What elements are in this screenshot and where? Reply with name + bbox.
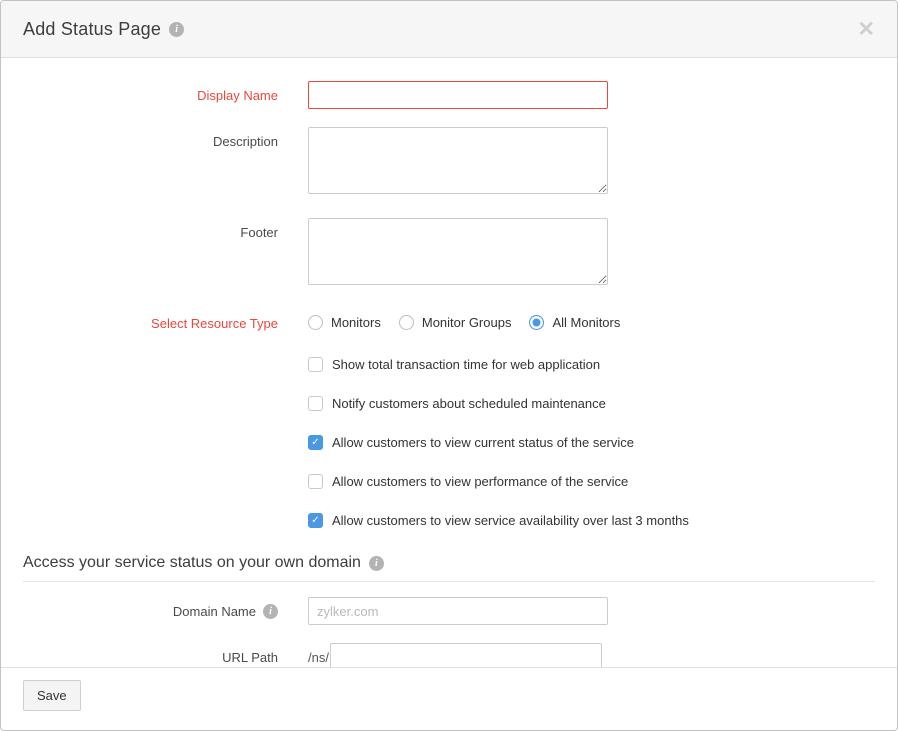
display-name-row: Display Name bbox=[1, 81, 897, 109]
checkbox-icon-view-performance[interactable]: ✓ bbox=[308, 474, 323, 489]
radio-icon-monitors[interactable] bbox=[308, 315, 323, 330]
domain-section-rows: Domain Name i URL Path /ns/ bbox=[1, 597, 897, 667]
checkbox-row-view-availability[interactable]: ✓ Allow customers to view service availa… bbox=[308, 513, 897, 528]
display-name-label: Display Name bbox=[1, 81, 278, 103]
url-path-label: URL Path bbox=[1, 643, 278, 665]
radio-label-monitor-groups: Monitor Groups bbox=[422, 315, 512, 330]
description-label: Description bbox=[1, 127, 278, 149]
description-row: Description bbox=[1, 127, 897, 199]
footer-field-row: Footer bbox=[1, 218, 897, 290]
checkbox-row-transaction-time[interactable]: ✓ Show total transaction time for web ap… bbox=[308, 357, 897, 372]
save-button[interactable]: Save bbox=[23, 680, 81, 711]
radio-label-monitors: Monitors bbox=[331, 315, 381, 330]
domain-section-info-icon[interactable]: i bbox=[369, 556, 384, 571]
description-textarea[interactable] bbox=[308, 127, 608, 194]
checkbox-label-view-availability: Allow customers to view service availabi… bbox=[332, 513, 689, 528]
url-path-row: URL Path /ns/ bbox=[1, 643, 897, 667]
options-checkbox-block: ✓ Show total transaction time for web ap… bbox=[308, 357, 897, 528]
checkbox-row-view-current-status[interactable]: ✓ Allow customers to view current status… bbox=[308, 435, 897, 450]
resource-type-row: Select Resource Type Monitors Monitor Gr… bbox=[1, 309, 897, 331]
checkbox-label-view-current-status: Allow customers to view current status o… bbox=[332, 435, 634, 450]
dialog-header: Add Status Page i ✕ bbox=[1, 1, 897, 58]
checkbox-icon-notify-maintenance[interactable]: ✓ bbox=[308, 396, 323, 411]
radio-option-all-monitors[interactable]: All Monitors bbox=[529, 315, 620, 330]
checkbox-label-notify-maintenance: Notify customers about scheduled mainten… bbox=[332, 396, 606, 411]
resource-type-label: Select Resource Type bbox=[1, 314, 278, 331]
domain-name-row: Domain Name i bbox=[1, 597, 897, 625]
add-status-page-dialog: Add Status Page i ✕ Display Name Descrip… bbox=[0, 0, 898, 731]
radio-label-all-monitors: All Monitors bbox=[552, 315, 620, 330]
domain-section-title: Access your service status on your own d… bbox=[23, 554, 361, 572]
checkbox-row-notify-maintenance[interactable]: ✓ Notify customers about scheduled maint… bbox=[308, 396, 897, 411]
checkbox-label-view-performance: Allow customers to view performance of t… bbox=[332, 474, 628, 489]
footer-textarea[interactable] bbox=[308, 218, 608, 285]
domain-name-info-icon[interactable]: i bbox=[263, 604, 278, 619]
checkbox-icon-view-current-status[interactable]: ✓ bbox=[308, 435, 323, 450]
url-path-prefix: /ns/ bbox=[308, 650, 329, 665]
resource-type-radio-group: Monitors Monitor Groups All Monitors bbox=[308, 315, 620, 330]
dialog-body: Display Name Description Footer Select R… bbox=[1, 58, 897, 667]
checkbox-icon-view-availability[interactable]: ✓ bbox=[308, 513, 323, 528]
domain-name-input[interactable] bbox=[308, 597, 608, 625]
radio-option-monitor-groups[interactable]: Monitor Groups bbox=[399, 315, 512, 330]
url-path-input[interactable] bbox=[330, 643, 602, 667]
checkbox-row-view-performance[interactable]: ✓ Allow customers to view performance of… bbox=[308, 474, 897, 489]
domain-name-label: Domain Name bbox=[173, 604, 256, 619]
checkbox-label-transaction-time: Show total transaction time for web appl… bbox=[332, 357, 600, 372]
radio-icon-all-monitors[interactable] bbox=[529, 315, 544, 330]
dialog-footer: Save bbox=[1, 667, 897, 730]
close-icon[interactable]: ✕ bbox=[857, 19, 875, 40]
checkbox-icon-transaction-time[interactable]: ✓ bbox=[308, 357, 323, 372]
display-name-input[interactable] bbox=[308, 81, 608, 109]
title-info-icon[interactable]: i bbox=[169, 22, 184, 37]
dialog-title: Add Status Page bbox=[23, 19, 161, 40]
domain-section-header: Access your service status on your own d… bbox=[23, 554, 875, 582]
footer-field-label: Footer bbox=[1, 218, 278, 240]
radio-option-monitors[interactable]: Monitors bbox=[308, 315, 381, 330]
radio-icon-monitor-groups[interactable] bbox=[399, 315, 414, 330]
